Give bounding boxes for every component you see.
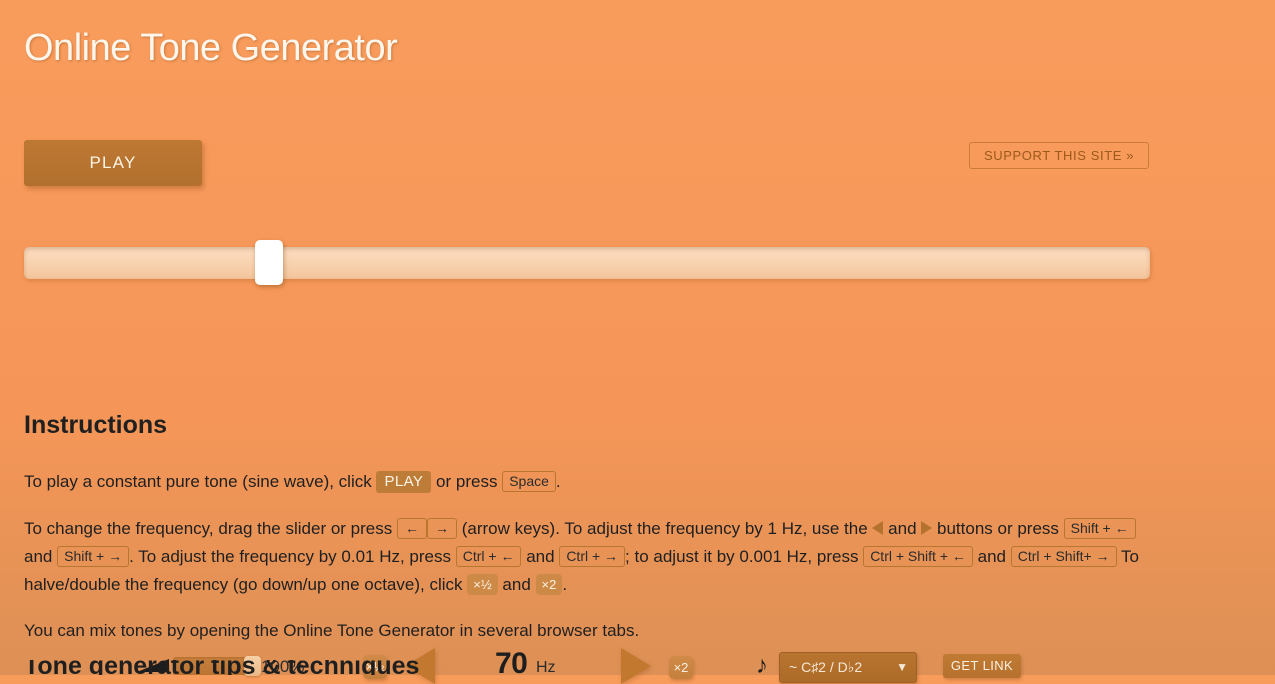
frequency-slider-thumb[interactable] bbox=[255, 240, 283, 285]
play-inline-badge: PLAY bbox=[376, 471, 432, 493]
bottom-section-band: Tone generator tips & techniques bbox=[0, 660, 1275, 675]
p1-text-c: . bbox=[555, 472, 561, 491]
ctrl-shift-left-key-badge: Ctrl + Shift + ← bbox=[863, 546, 973, 567]
next-section-heading: Tone generator tips & techniques bbox=[24, 660, 420, 675]
play-button[interactable]: PLAY bbox=[24, 140, 202, 186]
p2-text-a: To change the frequency, drag the slider… bbox=[24, 519, 393, 538]
p2-text-g: and bbox=[526, 547, 555, 566]
p2-text-i: and bbox=[977, 547, 1006, 566]
p2-text-l: . bbox=[562, 575, 568, 594]
space-key-badge: Space bbox=[502, 471, 556, 492]
instructions-paragraph-2: To change the frequency, drag the slider… bbox=[24, 515, 1150, 599]
controls-row: 100% ×½ 70 Hz ×2 ♪ ~ C♯2 / D♭2 ▼ GET LIN… bbox=[0, 322, 1275, 684]
right-arrow-key-badge: → bbox=[426, 518, 457, 539]
frequency-slider-track[interactable] bbox=[24, 247, 1150, 279]
p2-text-f: . To adjust the frequency by 0.01 Hz, pr… bbox=[129, 547, 451, 566]
right-triangle-icon bbox=[921, 521, 933, 535]
ctrl-right-key-badge: Ctrl + → bbox=[559, 546, 626, 567]
halve-inline-badge: ×½ bbox=[467, 574, 498, 595]
frequency-slider[interactable] bbox=[24, 240, 1150, 285]
instructions-paragraph-1: To play a constant pure tone (sine wave)… bbox=[24, 468, 1150, 496]
p2-text-h: ; to adjust it by 0.001 Hz, press bbox=[625, 547, 859, 566]
shift-left-key-badge: Shift + ← bbox=[1063, 518, 1136, 539]
left-triangle-icon bbox=[872, 521, 884, 535]
double-inline-badge: ×2 bbox=[535, 574, 563, 595]
p2-text-c: and bbox=[888, 519, 917, 538]
page-title: Online Tone Generator bbox=[24, 27, 398, 69]
ctrl-left-key-badge: Ctrl + ← bbox=[455, 546, 522, 567]
p1-text-b: or press bbox=[436, 472, 498, 491]
p2-text-d: buttons or press bbox=[937, 519, 1059, 538]
left-arrow-key-badge: ← bbox=[396, 518, 427, 539]
shift-right-key-badge: Shift + → bbox=[57, 546, 130, 567]
p2-text-k: and bbox=[502, 575, 531, 594]
tone-generator-page: Online Tone Generator PLAY SUPPORT THIS … bbox=[0, 0, 1275, 684]
p2-text-e: and bbox=[24, 547, 53, 566]
support-this-site-button[interactable]: SUPPORT THIS SITE » bbox=[969, 142, 1149, 169]
p1-text-a: To play a constant pure tone (sine wave)… bbox=[24, 472, 372, 491]
instructions-paragraph-3: You can mix tones by opening the Online … bbox=[24, 621, 640, 640]
ctrl-shift-right-key-badge: Ctrl + Shift+ → bbox=[1010, 546, 1117, 567]
instructions-heading: Instructions bbox=[24, 411, 168, 439]
p2-text-b: (arrow keys). To adjust the frequency by… bbox=[461, 519, 868, 538]
